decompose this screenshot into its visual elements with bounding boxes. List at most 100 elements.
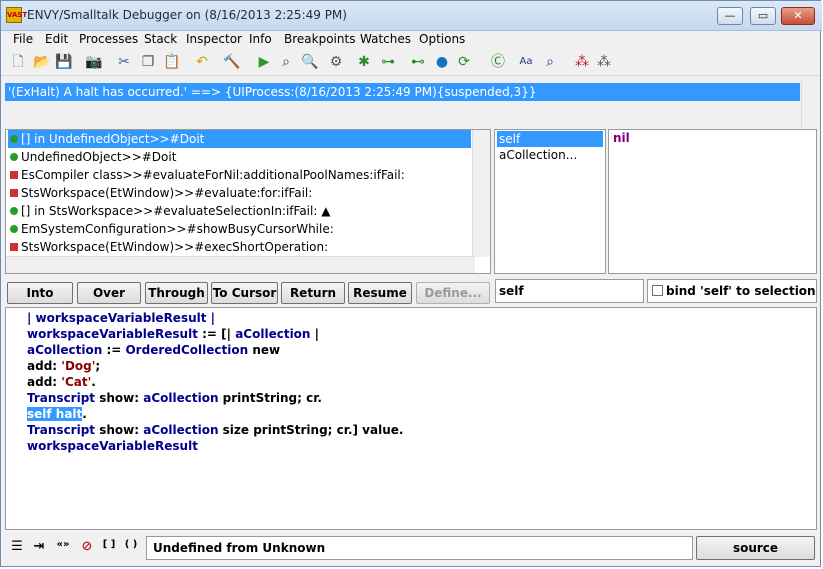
bug-icon[interactable]: ✱ <box>355 53 373 71</box>
camera-icon[interactable]: 📷 <box>85 53 103 71</box>
menu-processes[interactable]: Processes <box>79 32 138 46</box>
open-icon[interactable]: 📂 <box>33 53 51 71</box>
save-icon[interactable]: 💾 <box>55 53 73 71</box>
code-token: aCollection <box>235 327 311 341</box>
maximize-button[interactable]: ▭ <box>750 7 776 25</box>
method-red-icon <box>10 243 18 251</box>
undo-icon[interactable]: ↶ <box>193 53 211 71</box>
stack-frame-label: UndefinedObject>>#Doit <box>21 150 177 164</box>
menu-breakpoints[interactable]: Breakpoints <box>284 32 355 46</box>
method-green-icon <box>10 225 18 233</box>
glasses-icon[interactable]: ⌕ <box>277 53 295 71</box>
stack-frame[interactable]: UndefinedObject>>#Doit <box>8 148 176 166</box>
menu-watches[interactable]: Watches <box>360 32 411 46</box>
cluster-outline-icon[interactable]: ⁂ <box>595 53 613 71</box>
hammer-icon[interactable]: 🔨 <box>223 53 241 71</box>
method-green-icon <box>10 135 18 143</box>
variable-item[interactable]: aCollection... <box>497 147 577 163</box>
format-icon[interactable]: ☰ <box>9 539 25 554</box>
method-green-icon <box>10 153 18 161</box>
status-scrollbar[interactable] <box>801 81 818 128</box>
code-line: self halt. <box>27 406 87 422</box>
code-line: Transcript show: aCollection printString… <box>27 390 322 406</box>
menu-stack[interactable]: Stack <box>144 32 177 46</box>
stack-frame[interactable]: [] in StsWorkspace>>#evaluateSelectionIn… <box>8 202 330 220</box>
brackets-icon[interactable]: [ ] <box>101 539 117 550</box>
class-icon[interactable]: Ⓒ <box>489 53 507 71</box>
code-selection: self halt <box>27 407 83 421</box>
method-red-icon <box>10 171 18 179</box>
stack-frame[interactable]: EsCompiler class>>#evaluateForNil:additi… <box>8 166 405 184</box>
message-field: Undefined from Unknown <box>146 536 693 560</box>
menu-options[interactable]: Options <box>419 32 465 46</box>
stack-vertical-scrollbar[interactable] <box>472 130 490 257</box>
code-token: aCollection <box>27 343 103 357</box>
copy-icon[interactable]: ❐ <box>139 53 157 71</box>
code-token: . <box>91 375 96 389</box>
cut-icon[interactable]: ✂ <box>115 53 133 71</box>
code-token: show: <box>95 391 144 405</box>
bind-self-option[interactable]: bind 'self' to selection <box>647 279 817 303</box>
close-button[interactable]: ✕ <box>781 7 815 25</box>
app-icon: VAST <box>6 7 27 23</box>
refresh-icon[interactable]: ⟳ <box>455 53 473 71</box>
code-token: size printString; cr.] value. <box>218 423 404 437</box>
variables-list[interactable]: self aCollection... <box>494 129 606 274</box>
search-icon[interactable]: ⌕ <box>541 53 559 71</box>
code-token: workspaceVariableResult <box>27 327 198 341</box>
code-line: aCollection := OrderedCollection new <box>27 342 280 358</box>
variable-value-pane[interactable]: nil <box>608 129 817 274</box>
over-button[interactable]: Over <box>77 282 141 304</box>
code-token: ; <box>95 359 101 373</box>
source-button[interactable]: source <box>696 536 815 560</box>
bind-self-checkbox[interactable] <box>652 285 663 296</box>
network-icon[interactable]: ⊷ <box>409 53 427 71</box>
minimize-button[interactable]: — <box>717 7 743 25</box>
code-token: aCollection <box>143 423 219 437</box>
code-line: | workspaceVariableResult | <box>27 310 215 326</box>
window-title: ENVY/Smalltalk Debugger on (8/16/2013 2:… <box>27 8 347 22</box>
code-token: show: <box>95 423 144 437</box>
menu-bar: File Edit Processes Stack Inspector Info Break… <box>1 31 820 48</box>
through-button[interactable]: Through <box>145 282 208 304</box>
stack-frame[interactable]: StsWorkspace(EtWindow)>>#execShortOperat… <box>8 238 328 256</box>
menu-inspector[interactable]: Inspector <box>186 32 242 46</box>
gear-icon[interactable]: ⚙ <box>327 53 345 71</box>
stack-horizontal-scrollbar[interactable] <box>6 256 475 273</box>
code-token: OrderedCollection <box>125 343 249 357</box>
menu-edit[interactable]: Edit <box>45 32 68 46</box>
no-debug-icon[interactable]: ⊘ <box>79 539 95 554</box>
font-icon[interactable]: Aa <box>517 53 535 71</box>
stack-list[interactable]: StsWorkspace(EtWindow)>>#execShortOperat… <box>5 129 491 274</box>
parens-icon[interactable]: ( ) <box>123 539 139 550</box>
code-line: workspaceVariableResult := [| aCollectio… <box>27 326 319 342</box>
new-icon[interactable]: 🗋 <box>9 53 27 71</box>
title-bar[interactable]: VAST ENVY/Smalltalk Debugger on (8/16/20… <box>1 1 822 31</box>
into-button[interactable]: Into <box>7 282 73 304</box>
hierarchy-icon[interactable]: ⊶ <box>379 53 397 71</box>
stack-frame[interactable]: EmSystemConfiguration>>#showBusyCursorWh… <box>8 220 334 238</box>
define-button[interactable]: Define... <box>416 282 490 304</box>
code-line: add: 'Cat'. <box>27 374 96 390</box>
to-cursor-button[interactable]: To Cursor <box>211 282 278 304</box>
paste-icon[interactable]: 📋 <box>163 53 181 71</box>
cluster-icon[interactable]: ⁂ <box>573 53 591 71</box>
menu-file[interactable]: File <box>13 32 33 46</box>
variable-item[interactable]: self <box>497 131 603 147</box>
inspect-icon[interactable]: 🔍 <box>301 53 319 71</box>
code-token: := [| <box>197 327 236 341</box>
stack-frame[interactable]: StsWorkspace(EtWindow)>>#evaluate:for:if… <box>8 184 312 202</box>
stack-frame-label: StsWorkspace(EtWindow)>>#execShortOperat… <box>21 240 329 254</box>
resume-button[interactable]: Resume <box>348 282 412 304</box>
run-icon[interactable]: ▶ <box>255 53 273 71</box>
quote-icon[interactable]: «» <box>55 539 71 550</box>
globe-icon[interactable]: ● <box>433 53 451 71</box>
code-token: workspaceVariableResult <box>27 439 198 453</box>
source-code-editor[interactable]: | workspaceVariableResult | workspaceVari… <box>5 307 817 530</box>
return-button[interactable]: Return <box>281 282 345 304</box>
menu-info[interactable]: Info <box>249 32 272 46</box>
method-green-icon <box>10 207 18 215</box>
indent-icon[interactable]: ⇥ <box>31 539 47 554</box>
stack-frame[interactable]: [] in UndefinedObject>>#Doit <box>8 130 471 148</box>
halt-status-line[interactable]: '(ExHalt) A halt has occurred.' ==> {UIP… <box>5 83 800 101</box>
